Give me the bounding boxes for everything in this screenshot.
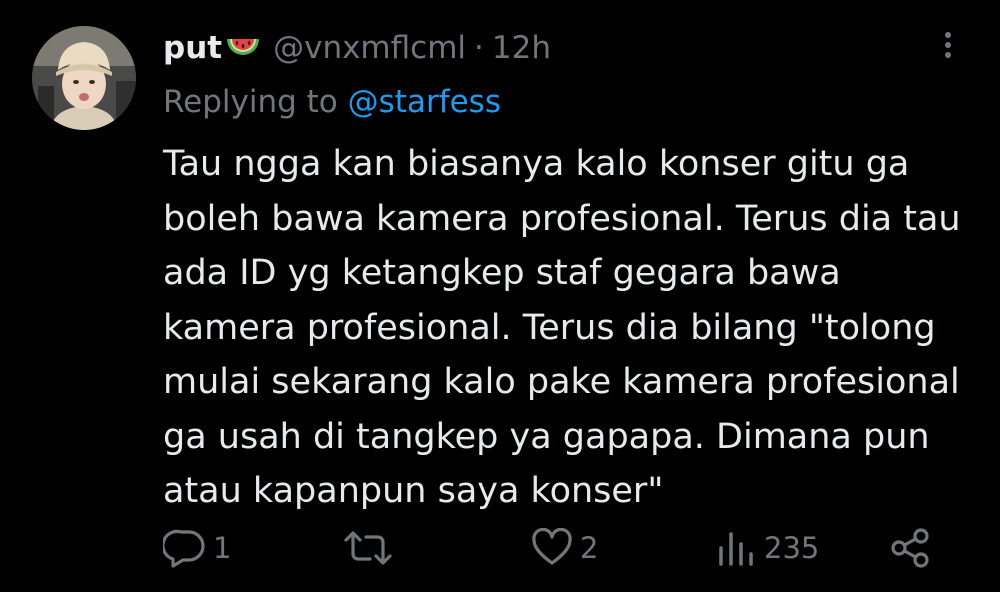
views-button[interactable]: 235	[714, 520, 819, 576]
post-text-line: Tau ngga kan biasanya kalo konser gitu g…	[163, 144, 910, 184]
avatar-photo	[32, 26, 136, 130]
reply-count: 1	[213, 531, 232, 565]
views-count: 235	[764, 531, 820, 565]
tweet: put @vnxmflcml · 12h Replying to @starfe…	[0, 0, 1000, 592]
post-text-line: boleh bawa kamera profesional. Terus dia…	[163, 198, 961, 239]
post-timestamp[interactable]: 12h	[492, 26, 551, 70]
reply-button[interactable]: 1	[163, 520, 231, 576]
post-text-line: ada ID yg ketangkep staf gegara bawa	[163, 253, 841, 293]
share-icon	[891, 528, 929, 568]
replying-to: Replying to @starfess	[163, 80, 501, 124]
watermelon-emoji-icon	[225, 33, 261, 63]
repost-icon	[344, 531, 392, 565]
user-handle[interactable]: @vnxmflcml	[273, 26, 466, 70]
replying-to-label: Replying to	[163, 84, 338, 120]
separator-dot: ·	[474, 30, 484, 66]
post-text: Tau ngga kan biasanya kalo konser gitu g…	[163, 137, 983, 519]
post-text-line: atau kapanpun saya konser"	[163, 471, 664, 511]
more-options-icon[interactable]	[936, 30, 960, 60]
post-text-line: kamera profesional. Terus dia bilang "to…	[163, 307, 936, 348]
replying-to-handle[interactable]: @starfess	[348, 84, 501, 120]
repost-button[interactable]	[342, 520, 400, 576]
post-header: put @vnxmflcml · 12h	[163, 26, 551, 70]
avatar[interactable]	[32, 26, 136, 130]
display-name[interactable]: put	[163, 26, 222, 70]
post-text-line: mulai sekarang kalo pake kamera profesio…	[163, 362, 960, 402]
heart-icon	[532, 528, 572, 565]
reply-icon	[163, 529, 205, 568]
share-button[interactable]	[888, 520, 934, 576]
like-button[interactable]: 2	[530, 520, 598, 576]
action-bar: 1 2 235	[0, 520, 1000, 576]
like-count: 2	[580, 531, 599, 565]
views-icon	[719, 532, 753, 566]
post-text-line: ga usah di tangkep ya gapapa. Dimana pun	[163, 416, 930, 457]
